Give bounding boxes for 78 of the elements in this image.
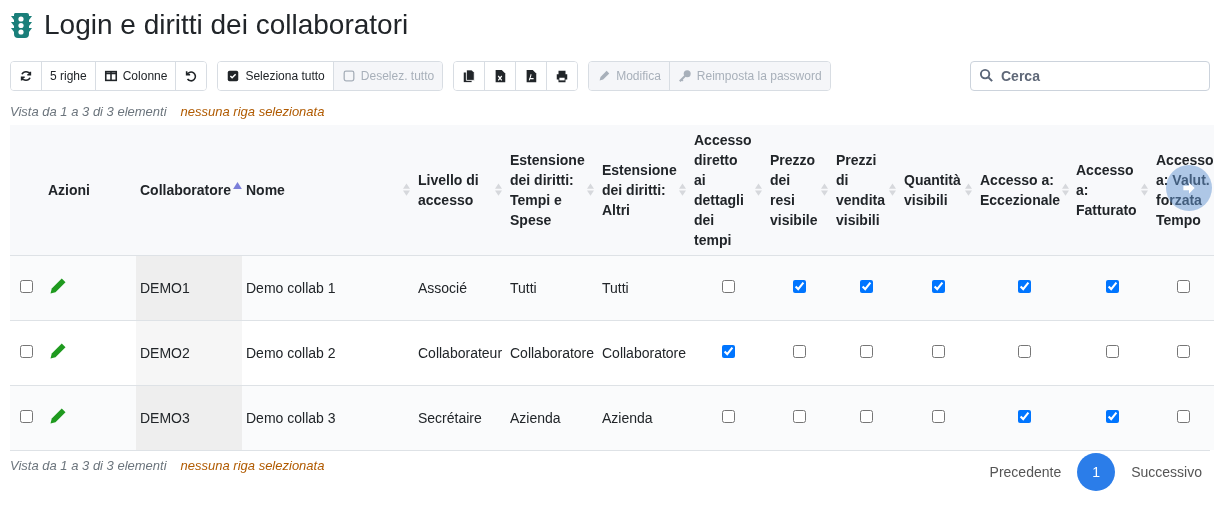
record-count: Vista da 1 a 3 di 3 elementi <box>10 103 167 119</box>
permission-checkbox[interactable] <box>792 344 806 358</box>
row-checkbox[interactable] <box>20 344 33 358</box>
traffic-light-icon <box>10 11 32 39</box>
columns-icon <box>103 69 118 83</box>
pencil-icon[interactable] <box>48 341 68 361</box>
permission-checkbox[interactable] <box>931 279 945 293</box>
table-cell: DEMO3 <box>136 385 242 450</box>
column-header[interactable]: Prezzi di vendita visibili <box>832 125 900 255</box>
page-title: Login e diritti dei collaboratori <box>44 9 409 41</box>
record-count: Vista da 1 a 3 di 3 elementi <box>10 457 167 473</box>
permission-checkbox[interactable] <box>721 409 735 423</box>
column-header[interactable]: Quantità visibili <box>900 125 976 255</box>
excel-file-icon <box>493 69 508 83</box>
table-cell: DEMO2 <box>136 320 242 385</box>
permission-checkbox[interactable] <box>1105 344 1119 358</box>
permission-checkbox[interactable] <box>1017 409 1031 423</box>
pencil-icon <box>597 69 612 83</box>
table-cell: Secrétaire <box>414 385 506 450</box>
column-header[interactable]: Prezzo dei resi visibile <box>766 125 832 255</box>
table-cell: Tutti <box>506 255 598 320</box>
row-checkbox[interactable] <box>20 279 33 293</box>
checkbox-icon <box>226 69 241 83</box>
copy-button[interactable] <box>454 62 486 90</box>
table-cell: Azienda <box>598 385 690 450</box>
permission-checkbox[interactable] <box>792 279 806 293</box>
permission-checkbox[interactable] <box>1176 344 1190 358</box>
printer-icon <box>555 69 570 83</box>
permission-checkbox[interactable] <box>859 279 873 293</box>
permission-checkbox[interactable] <box>859 409 873 423</box>
column-header[interactable]: Estensione dei diritti: Altri <box>598 125 690 255</box>
page-button[interactable]: 1 <box>1077 453 1116 491</box>
previous-page-button[interactable]: Precedente <box>981 464 1070 480</box>
column-header[interactable]: Collaboratore <box>136 125 242 255</box>
table-cell: Collaboratore <box>506 320 598 385</box>
permission-checkbox[interactable] <box>1105 279 1119 293</box>
undo-icon <box>184 69 199 83</box>
refresh-button[interactable] <box>11 62 42 90</box>
search-field[interactable]: Cerca <box>970 61 1210 91</box>
column-header[interactable]: Livello di accesso <box>414 125 506 255</box>
permission-checkbox[interactable] <box>931 409 945 423</box>
column-header[interactable]: Accesso diretto ai dettagli dei tempi <box>690 125 766 255</box>
table-cell: Tutti <box>598 255 690 320</box>
table-cell: Azienda <box>506 385 598 450</box>
selection-status: nessuna riga selezionata <box>180 457 325 473</box>
column-header[interactable]: Azioni <box>44 125 136 255</box>
table-cell: Demo collab 3 <box>242 385 414 450</box>
table-cell: Associé <box>414 255 506 320</box>
permission-checkbox[interactable] <box>1017 279 1031 293</box>
pdf-file-icon <box>524 69 539 83</box>
column-header[interactable]: Accesso a: Fatturato <box>1072 125 1152 255</box>
checkbox-icon <box>341 69 356 83</box>
refresh-icon <box>19 69 33 83</box>
permission-checkbox[interactable] <box>1176 409 1190 423</box>
table-cell: DEMO1 <box>136 255 242 320</box>
search-icon <box>979 68 994 83</box>
table-cell: Collaboratore <box>598 320 690 385</box>
column-header[interactable]: Nome <box>242 125 414 255</box>
permission-checkbox[interactable] <box>721 279 735 293</box>
next-page-button[interactable]: Successivo <box>1123 464 1210 480</box>
pencil-icon[interactable] <box>48 276 68 296</box>
copy-icon <box>462 69 477 83</box>
permission-checkbox[interactable] <box>721 344 735 358</box>
permission-checkbox[interactable] <box>1105 409 1119 423</box>
key-icon <box>677 69 692 83</box>
permission-checkbox[interactable] <box>931 344 945 358</box>
table-cell: Demo collab 2 <box>242 320 414 385</box>
selection-status: nessuna riga selezionata <box>180 103 325 119</box>
table-cell: Collaborateur <box>414 320 506 385</box>
permission-checkbox[interactable] <box>859 344 873 358</box>
permission-checkbox[interactable] <box>792 409 806 423</box>
column-header[interactable]: Accesso a: Eccezionale <box>976 125 1072 255</box>
table-cell: Demo collab 1 <box>242 255 414 320</box>
permission-checkbox[interactable] <box>1017 344 1031 358</box>
row-checkbox[interactable] <box>20 409 33 423</box>
permission-checkbox[interactable] <box>1176 279 1190 293</box>
toolbar-button[interactable]: Seleziona tutto <box>218 62 334 90</box>
column-header[interactable]: Estensione dei diritti: Tempi e Spese <box>506 125 598 255</box>
